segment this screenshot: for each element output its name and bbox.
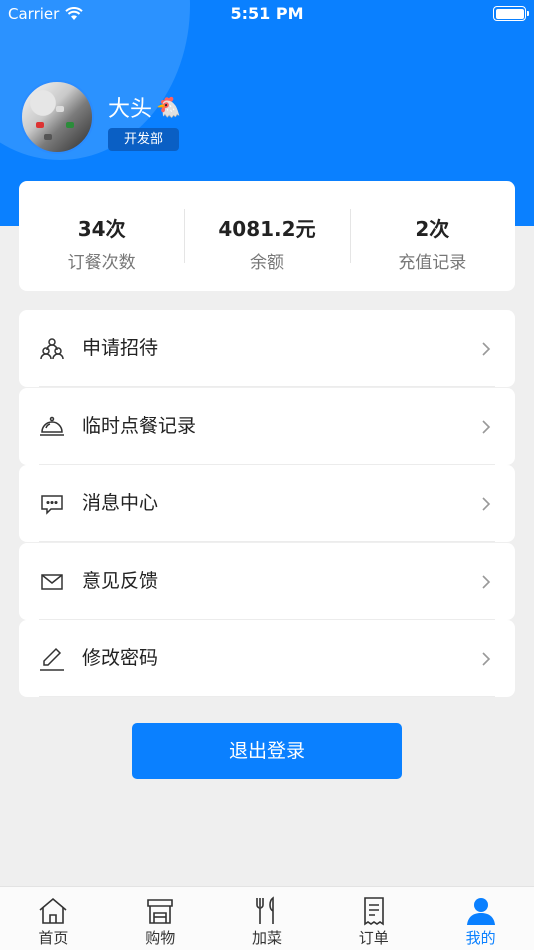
menu-item-label: 意见反馈 [82,570,159,592]
chevron-right-icon [482,652,491,666]
clock: 5:51 PM [230,4,304,23]
chicken-emoji-icon: 🐔 [156,95,181,119]
stat-label: 订餐次数 [67,253,136,273]
menu-item-messages[interactable]: 消息中心 [19,465,515,542]
stat-label: 充值记录 [398,253,467,273]
stat-value: 2次 [415,217,450,241]
chevron-right-icon [482,420,491,434]
avatar[interactable] [20,80,94,154]
divider [39,696,495,697]
stat-value: 4081.2元 [218,217,316,241]
tab-mine[interactable]: 我的 [427,887,534,950]
utensils-icon [256,896,274,924]
menu-item-feedback[interactable]: 意见反馈 [19,543,515,620]
home-icon [39,897,67,924]
stats-card: 34次 订餐次数 4081.2元 余额 2次 充值记录 [19,181,515,291]
stat-balance[interactable]: 4081.2元 余额 [184,181,349,291]
menu-item-label: 临时点餐记录 [82,415,197,437]
message-icon [41,495,63,515]
pencil-icon [40,647,64,671]
tab-label: 首页 [38,929,69,947]
food-cloche-icon [40,416,64,436]
chevron-right-icon [482,342,491,356]
status-bar: Carrier 5:51 PM [0,0,534,28]
menu-item-temp-orders[interactable]: 临时点餐记录 [19,388,515,465]
stat-label: 余额 [249,253,284,273]
chevron-right-icon [482,575,491,589]
menu-item-change-password[interactable]: 修改密码 [19,620,515,697]
receipt-icon [363,897,384,926]
chevron-right-icon [482,497,491,511]
tab-label: 购物 [145,929,176,947]
menu-item-label: 申请招待 [82,337,159,359]
stat-orders[interactable]: 34次 订餐次数 [19,181,184,291]
tab-shopping[interactable]: 购物 [107,887,214,950]
tab-orders[interactable]: 订单 [320,887,427,950]
tab-home[interactable]: 首页 [0,887,107,950]
stat-value: 34次 [77,217,126,241]
battery-icon [493,6,529,21]
tab-label: 我的 [465,929,496,947]
store-icon [147,899,173,924]
logout-button[interactable]: 退出登录 [132,723,402,779]
divider [39,386,495,387]
tab-label: 订单 [358,929,389,947]
stat-recharge[interactable]: 2次 充值记录 [349,181,515,291]
user-name-text: 大头 [108,97,153,122]
people-icon [40,338,64,360]
person-icon [466,898,495,925]
menu-item-label: 修改密码 [82,647,159,669]
tab-add-dish[interactable]: 加菜 [214,887,321,950]
tab-bar: 首页 购物 加菜 订单 我的 [0,886,534,950]
department-badge: 开发部 [108,128,179,151]
menu-item-label: 消息中心 [82,492,159,514]
divider [39,541,495,542]
tab-label: 加菜 [251,929,282,947]
envelope-icon [41,574,63,590]
menu-item-reception[interactable]: 申请招待 [19,310,515,387]
user-name: 大头 🐔 [108,91,181,123]
